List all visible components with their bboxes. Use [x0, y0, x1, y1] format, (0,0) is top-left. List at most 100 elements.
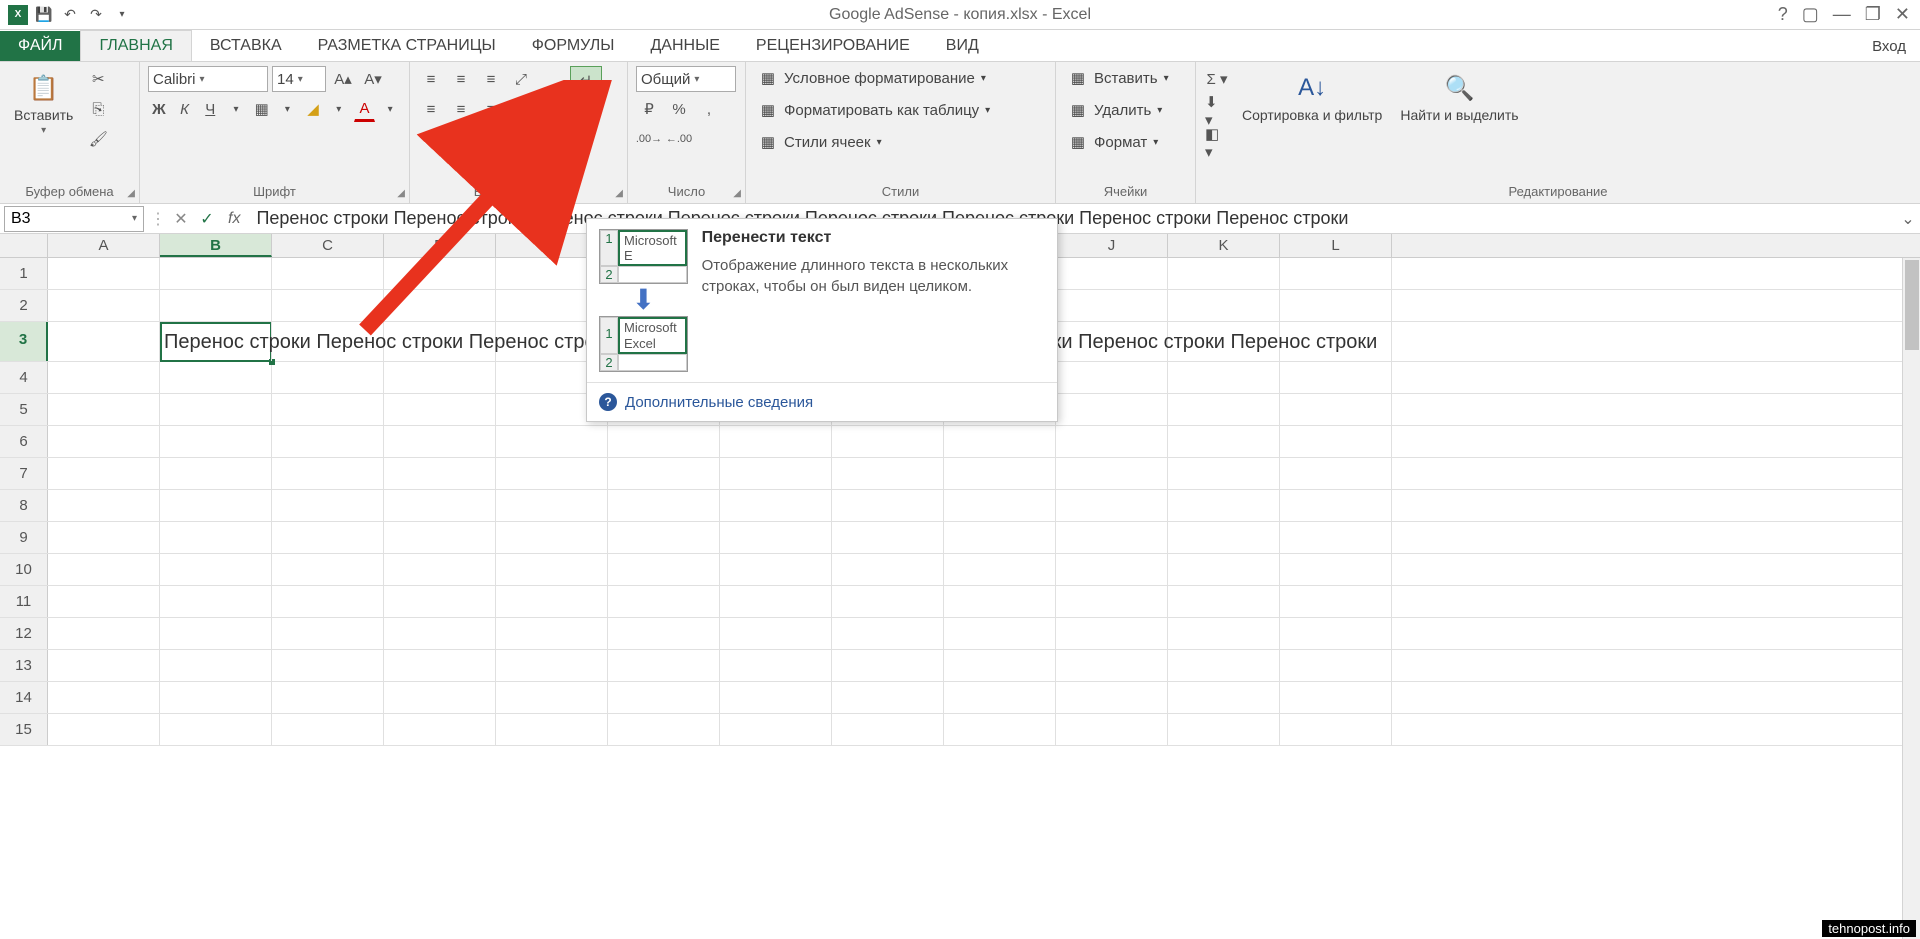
- number-format-combo[interactable]: Общий▾: [636, 66, 736, 92]
- row-header-1[interactable]: 1: [0, 258, 48, 289]
- increase-decimal-icon[interactable]: .00→: [636, 126, 662, 152]
- row-header-14[interactable]: 14: [0, 682, 48, 713]
- cell-b3[interactable]: Перенос строки Перенос строки Перенос ст…: [160, 322, 272, 361]
- format-painter-icon[interactable]: 🖌: [85, 126, 111, 152]
- clear-icon[interactable]: ◧ ▾: [1204, 130, 1230, 156]
- decrease-decimal-icon[interactable]: ←.00: [666, 126, 692, 152]
- borders-icon[interactable]: ▦: [251, 96, 273, 122]
- vertical-scrollbar[interactable]: [1902, 258, 1920, 939]
- fx-icon[interactable]: fx: [220, 210, 248, 228]
- orientation-icon[interactable]: ⤢: [508, 66, 534, 92]
- undo-icon[interactable]: ↶: [58, 3, 82, 27]
- find-select-button[interactable]: 🔍 Найти и выделить: [1394, 66, 1524, 127]
- sort-filter-button[interactable]: A↓ Сортировка и фильтр: [1236, 66, 1388, 127]
- insert-cells-button[interactable]: ▦ Вставить▾: [1064, 66, 1173, 90]
- merge-center-button[interactable]: ⬌: [570, 98, 602, 126]
- expand-formula-bar-icon[interactable]: ⌄: [1896, 209, 1920, 229]
- row-header-10[interactable]: 10: [0, 554, 48, 585]
- font-size-combo[interactable]: 14▾: [272, 66, 326, 92]
- close-icon[interactable]: ✕: [1895, 4, 1910, 25]
- fill-color-icon[interactable]: ◢: [302, 96, 324, 122]
- conditional-formatting-button[interactable]: ▦ Условное форматирование▾: [754, 66, 994, 90]
- accounting-icon[interactable]: ₽: [636, 96, 662, 122]
- underline-dropdown-icon[interactable]: ▾: [225, 96, 247, 122]
- cancel-icon[interactable]: ✕: [168, 209, 194, 229]
- align-right-icon[interactable]: ≡: [478, 96, 504, 122]
- row-header-5[interactable]: 5: [0, 394, 48, 425]
- font-color-dropdown-icon[interactable]: ▾: [379, 96, 401, 122]
- tab-data[interactable]: ДАННЫЕ: [632, 31, 737, 61]
- minimize-icon[interactable]: —: [1833, 4, 1851, 25]
- cut-icon[interactable]: ✂: [85, 66, 111, 92]
- name-box[interactable]: B3▾: [4, 206, 144, 232]
- tab-insert[interactable]: ВСТАВКА: [192, 31, 300, 61]
- row-header-8[interactable]: 8: [0, 490, 48, 521]
- alignment-launcher-icon[interactable]: ◢: [615, 188, 623, 199]
- copy-icon[interactable]: ⎘: [85, 96, 111, 122]
- row-header-9[interactable]: 9: [0, 522, 48, 553]
- tab-view[interactable]: ВИД: [928, 31, 997, 61]
- comma-icon[interactable]: ,: [696, 96, 722, 122]
- fill-icon[interactable]: ⬇ ▾: [1204, 98, 1230, 124]
- row-header-4[interactable]: 4: [0, 362, 48, 393]
- number-launcher-icon[interactable]: ◢: [733, 188, 741, 199]
- select-all-corner[interactable]: [0, 234, 48, 257]
- wrap-text-button[interactable]: ↵: [570, 66, 602, 94]
- paste-button[interactable]: 📋 Вставить ▾: [8, 66, 79, 140]
- fill-dropdown-icon[interactable]: ▾: [328, 96, 350, 122]
- delete-cells-button[interactable]: ▦ Удалить▾: [1064, 98, 1173, 122]
- cell[interactable]: [48, 258, 160, 289]
- row-header-3[interactable]: 3: [0, 322, 48, 361]
- col-header-j[interactable]: J: [1056, 234, 1168, 257]
- font-name-combo[interactable]: Calibri▾: [148, 66, 268, 92]
- tab-file[interactable]: ФАЙЛ: [0, 31, 80, 61]
- enter-icon[interactable]: ✓: [194, 209, 220, 229]
- tab-review[interactable]: РЕЦЕНЗИРОВАНИЕ: [738, 31, 928, 61]
- decrease-font-icon[interactable]: A▾: [360, 66, 386, 92]
- percent-icon[interactable]: %: [666, 96, 692, 122]
- tab-home[interactable]: ГЛАВНАЯ: [80, 30, 191, 61]
- font-color-icon[interactable]: A: [354, 96, 376, 122]
- qat-customize-icon[interactable]: ▾: [110, 3, 134, 27]
- cell-styles-button[interactable]: ▦ Стили ячеек▾: [754, 130, 994, 154]
- font-launcher-icon[interactable]: ◢: [397, 188, 405, 199]
- excel-logo[interactable]: X: [6, 3, 30, 27]
- increase-font-icon[interactable]: A▴: [330, 66, 356, 92]
- decrease-indent-icon[interactable]: ⇤: [508, 96, 534, 122]
- align-center-icon[interactable]: ≡: [448, 96, 474, 122]
- col-header-l[interactable]: L: [1280, 234, 1392, 257]
- align-top-icon[interactable]: ≡: [418, 66, 444, 92]
- italic-button[interactable]: К: [174, 96, 196, 122]
- format-cells-button[interactable]: ▦ Формат▾: [1064, 130, 1173, 154]
- col-header-c[interactable]: C: [272, 234, 384, 257]
- scrollbar-thumb[interactable]: [1905, 260, 1919, 350]
- formula-input[interactable]: Перенос строки Перенос строки Перенос ст…: [248, 208, 1896, 229]
- format-as-table-button[interactable]: ▦ Форматировать как таблицу▾: [754, 98, 994, 122]
- row-header-7[interactable]: 7: [0, 458, 48, 489]
- col-header-b[interactable]: B: [160, 234, 272, 257]
- tab-page-layout[interactable]: РАЗМЕТКА СТРАНИЦЫ: [300, 31, 514, 61]
- align-left-icon[interactable]: ≡: [418, 96, 444, 122]
- align-bottom-icon[interactable]: ≡: [478, 66, 504, 92]
- redo-icon[interactable]: ↷: [84, 3, 108, 27]
- align-middle-icon[interactable]: ≡: [448, 66, 474, 92]
- row-header-11[interactable]: 11: [0, 586, 48, 617]
- row-header-13[interactable]: 13: [0, 650, 48, 681]
- underline-button[interactable]: Ч: [199, 96, 221, 122]
- sign-in-link[interactable]: Вход: [1858, 32, 1920, 61]
- row-header-6[interactable]: 6: [0, 426, 48, 457]
- save-icon[interactable]: 💾: [32, 3, 56, 27]
- ribbon-options-icon[interactable]: ▢: [1802, 4, 1819, 25]
- clipboard-launcher-icon[interactable]: ◢: [127, 188, 135, 199]
- help-icon[interactable]: ?: [1778, 4, 1788, 25]
- increase-indent-icon[interactable]: ⇥: [538, 96, 564, 122]
- tooltip-more-info-link[interactable]: ? Дополнительные сведения: [587, 382, 1057, 421]
- restore-icon[interactable]: ❐: [1865, 4, 1881, 25]
- row-header-15[interactable]: 15: [0, 714, 48, 745]
- borders-dropdown-icon[interactable]: ▾: [277, 96, 299, 122]
- col-header-k[interactable]: K: [1168, 234, 1280, 257]
- row-header-2[interactable]: 2: [0, 290, 48, 321]
- autosum-icon[interactable]: Σ ▾: [1204, 66, 1230, 92]
- col-header-d[interactable]: D: [384, 234, 496, 257]
- col-header-a[interactable]: A: [48, 234, 160, 257]
